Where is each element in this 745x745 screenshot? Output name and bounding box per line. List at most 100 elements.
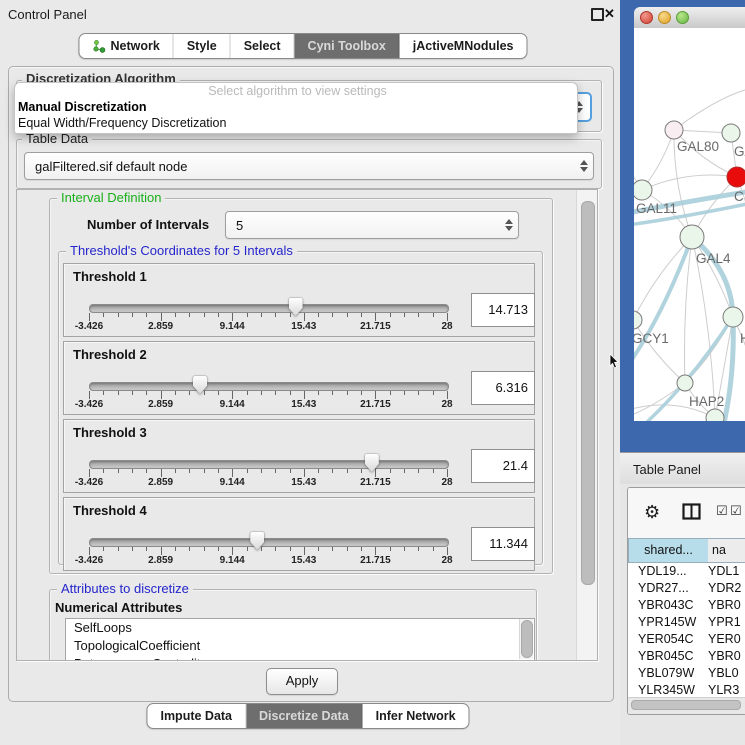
- slider-track[interactable]: [89, 304, 449, 313]
- tab-infer-network[interactable]: Infer Network: [363, 704, 469, 728]
- minor-tick: [247, 469, 248, 473]
- mouse-cursor-icon: [609, 354, 621, 370]
- tick-label: -3.426: [75, 399, 103, 410]
- table-row[interactable]: YDL19...YDL1: [628, 563, 745, 580]
- panel-title: Control Panel: [8, 7, 87, 22]
- threshold-panels-stack: Threshold 1-3.4262.8599.14415.4321.71528…: [63, 263, 535, 575]
- slider-thumb[interactable]: [365, 454, 379, 472]
- major-tick: [304, 391, 305, 399]
- tab-discretize-data[interactable]: Discretize Data: [246, 704, 363, 728]
- tab-label: Discretize Data: [259, 709, 349, 723]
- apply-button[interactable]: Apply: [266, 668, 338, 695]
- float-window-icon[interactable]: [591, 8, 604, 21]
- table-horizontal-scrollbar[interactable]: [628, 697, 745, 715]
- minor-tick: [261, 469, 262, 473]
- columns-icon[interactable]: [682, 503, 701, 520]
- number-of-intervals-combobox[interactable]: 5: [225, 211, 519, 239]
- major-tick: [304, 469, 305, 477]
- tick-label: -3.426: [75, 477, 103, 488]
- table-row[interactable]: YPR145WYPR1: [628, 614, 745, 631]
- network-node-hap2[interactable]: [677, 375, 693, 391]
- threshold-value-input[interactable]: 21.4: [471, 449, 535, 483]
- table-row[interactable]: YDR27...YDR2: [628, 580, 745, 597]
- tab-select[interactable]: Select: [231, 34, 295, 58]
- network-node-gal4[interactable]: [680, 225, 704, 249]
- slider-thumb[interactable]: [193, 376, 207, 394]
- number-of-intervals-value: 5: [226, 218, 500, 233]
- table-row[interactable]: YBL079WYBL0: [628, 665, 745, 682]
- threshold-label: Threshold 3: [73, 425, 147, 440]
- cell-shared-name: YER054C: [638, 631, 708, 648]
- tick-label: -3.426: [75, 555, 103, 566]
- close-icon[interactable]: ✕: [604, 8, 615, 20]
- tick-label: 9.144: [220, 555, 245, 566]
- threshold-value-input[interactable]: 6.316: [471, 371, 535, 405]
- tab-style[interactable]: Style: [174, 34, 231, 58]
- network-window-titlebar[interactable]: [634, 7, 745, 29]
- slider-thumb[interactable]: [289, 298, 303, 316]
- popup-item-manual-discretization[interactable]: Manual Discretization: [15, 99, 577, 115]
- minimize-traffic-light-icon[interactable]: [658, 11, 671, 24]
- number-of-intervals-label: Number of Intervals: [87, 217, 209, 232]
- network-node[interactable]: [706, 409, 724, 421]
- close-traffic-light-icon[interactable]: [640, 11, 653, 24]
- table-row[interactable]: YER054CYER0: [628, 631, 745, 648]
- network-canvas[interactable]: GAL80GACGAL11GAL4GCY1HHAP2: [634, 28, 745, 421]
- network-node-c[interactable]: [727, 167, 745, 187]
- major-tick: [161, 547, 162, 555]
- network-node-label: C: [734, 189, 744, 204]
- network-node-ga[interactable]: [722, 124, 740, 142]
- major-tick: [89, 313, 90, 321]
- tick-label: 21.715: [360, 555, 391, 566]
- popup-item-equal-width-frequency[interactable]: Equal Width/Frequency Discretization: [15, 115, 577, 131]
- gear-icon[interactable]: ⚙: [644, 502, 660, 523]
- column-header-name[interactable]: na: [708, 538, 745, 563]
- slider-thumb[interactable]: [250, 532, 264, 550]
- attribute-list-item[interactable]: TopologicalCoefficient: [66, 637, 534, 655]
- table-row[interactable]: YLR345WYLR3: [628, 682, 745, 697]
- threshold-value-input[interactable]: 14.713: [471, 293, 535, 327]
- minor-tick: [189, 391, 190, 395]
- network-node-gcy1[interactable]: [634, 311, 642, 329]
- minor-tick: [204, 469, 205, 473]
- tab-impute-data[interactable]: Impute Data: [147, 704, 246, 728]
- network-edge: [642, 175, 737, 190]
- network-node-gal80[interactable]: [665, 121, 683, 139]
- checkbox-checked-icon[interactable]: ☑: [730, 504, 742, 519]
- minor-tick: [418, 547, 419, 551]
- column-header-shared[interactable]: shared...: [628, 538, 709, 563]
- network-node-gal11[interactable]: [634, 180, 652, 200]
- table-data-combobox[interactable]: galFiltered.sif default node: [24, 152, 594, 180]
- tab-network[interactable]: Network: [79, 34, 173, 58]
- attribute-list-item[interactable]: BetweennessCentrality: [66, 655, 534, 661]
- minor-tick: [204, 313, 205, 317]
- minor-tick: [118, 391, 119, 395]
- network-node-h[interactable]: [723, 307, 743, 327]
- minor-tick: [318, 469, 319, 473]
- tab-cyni-toolbox[interactable]: Cyni Toolbox: [295, 34, 400, 58]
- slider-track[interactable]: [89, 382, 449, 391]
- zoom-traffic-light-icon[interactable]: [676, 11, 689, 24]
- minor-tick: [390, 469, 391, 473]
- network-edge: [674, 88, 745, 130]
- tab-jactivemnodules[interactable]: jActiveMNodules: [400, 34, 527, 58]
- checkbox-checked-icon[interactable]: ☑: [716, 504, 728, 519]
- minor-tick: [103, 469, 104, 473]
- table-row[interactable]: YBR043CYBR0: [628, 597, 745, 614]
- cell-shared-name: YLR345W: [638, 682, 708, 697]
- table-row[interactable]: YBR045CYBR0: [628, 648, 745, 665]
- minor-tick: [390, 313, 391, 317]
- minor-tick: [218, 547, 219, 551]
- interval-definition-title: Interval Definition: [57, 191, 165, 205]
- slider-track[interactable]: [89, 460, 449, 469]
- threshold-value-input[interactable]: 11.344: [471, 527, 535, 561]
- attributes-list-scrollbar[interactable]: [519, 619, 533, 659]
- cell-name: YBR0: [708, 597, 745, 614]
- attribute-list-item[interactable]: SelfLoops: [66, 619, 534, 637]
- major-tick: [375, 391, 376, 399]
- slider-track[interactable]: [89, 538, 449, 547]
- cell-name: YDL1: [708, 563, 745, 580]
- tick-label: 28: [441, 555, 452, 566]
- settings-vertical-scrollbar[interactable]: [576, 190, 598, 660]
- major-tick: [89, 469, 90, 477]
